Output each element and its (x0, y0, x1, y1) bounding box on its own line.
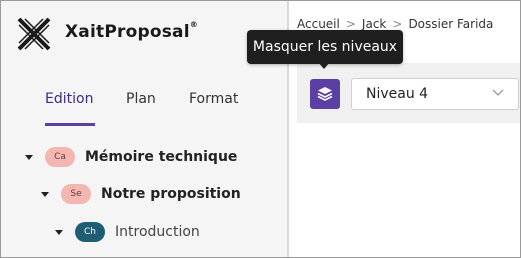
level-toolbar: Niveau 4 (297, 63, 520, 123)
tooltip-arrow (318, 62, 330, 69)
tab-plan[interactable]: Plan (126, 91, 156, 107)
caret-down-icon[interactable] (55, 229, 63, 235)
tree-node-label[interactable]: Notre proposition (101, 186, 241, 202)
level-badge-se: Se (61, 184, 91, 204)
brand-name: XaitProposal® (65, 20, 198, 42)
tooltip: Masquer les niveaux (247, 30, 403, 64)
app-window: XaitProposal® Edition Plan Format Ca Mém… (0, 0, 521, 258)
level-badge-ch: Ch (75, 222, 105, 242)
active-tab-indicator (45, 123, 95, 126)
caret-down-icon[interactable] (25, 154, 33, 160)
tree-node-memoire[interactable]: Ca Mémoire technique (25, 145, 237, 169)
caret-down-icon[interactable] (41, 191, 49, 197)
sidebar: XaitProposal® Edition Plan Format Ca Mém… (1, 1, 287, 257)
toggle-levels-button[interactable] (310, 79, 340, 109)
tree-node-introduction[interactable]: Ch Introduction (55, 220, 200, 244)
tab-edition[interactable]: Edition (45, 91, 93, 107)
breadcrumb-home[interactable]: Accueil (297, 17, 340, 31)
breadcrumb-separator: > (345, 17, 356, 31)
breadcrumb-separator: > (392, 17, 403, 31)
level-select[interactable]: Niveau 4 (351, 78, 519, 110)
breadcrumb: Accueil > Jack > Dossier Farida (297, 17, 493, 31)
breadcrumb-jack[interactable]: Jack (362, 17, 386, 31)
trademark: ® (189, 20, 198, 29)
chevron-down-icon (492, 89, 504, 96)
level-select-value: Niveau 4 (366, 86, 429, 102)
layers-icon (317, 87, 333, 101)
tree-node-label[interactable]: Introduction (115, 224, 200, 240)
xait-logo-icon (17, 17, 51, 51)
tree-node-proposition[interactable]: Se Notre proposition (41, 182, 241, 206)
sidebar-tabs: Edition Plan Format (1, 83, 287, 126)
brand-text: XaitProposal (65, 22, 190, 42)
breadcrumb-dossier[interactable]: Dossier Farida (408, 17, 493, 31)
level-badge-ca: Ca (45, 147, 75, 167)
tab-format[interactable]: Format (189, 91, 238, 107)
tree-node-label[interactable]: Mémoire technique (85, 149, 237, 165)
